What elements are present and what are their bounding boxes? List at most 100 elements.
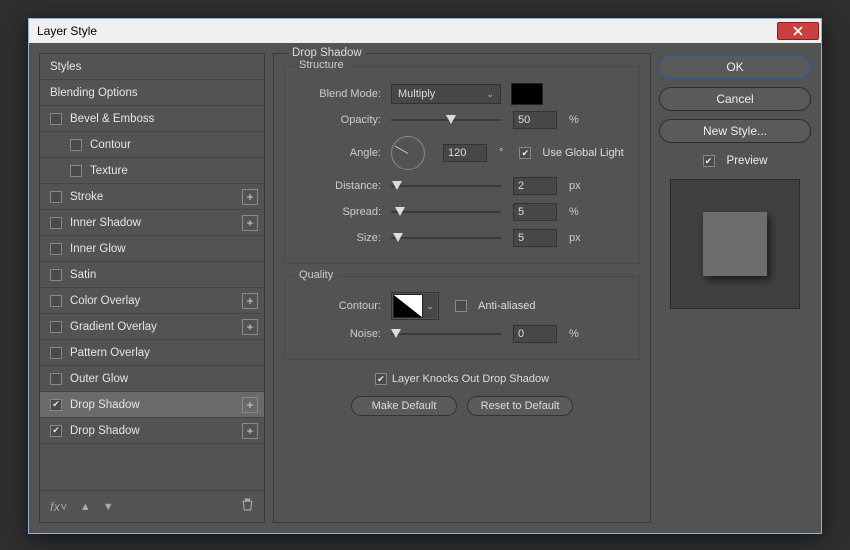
contour-picker[interactable]: ⌄ [391,292,439,320]
blend-mode-select[interactable]: Multiply ⌄ [391,84,501,104]
effect-label: Stroke [70,191,103,203]
checkbox-icon[interactable] [50,321,62,333]
checkbox-icon[interactable] [50,373,62,385]
fx-menu-icon[interactable]: fx˅ [50,500,68,514]
effect-row-outer-glow[interactable]: Outer Glow [40,366,264,392]
ok-button[interactable]: OK [659,55,811,79]
use-global-light-checkbox[interactable] [519,147,531,159]
distance-slider[interactable] [391,179,501,193]
structure-fieldset: Structure Blend Mode: Multiply ⌄ Opacity… [284,66,640,264]
checkbox-icon[interactable] [50,295,62,307]
effect-row-satin[interactable]: Satin [40,262,264,288]
contour-swatch-icon [393,294,423,318]
effect-row-stroke[interactable]: Stroke + [40,184,264,210]
effect-row-color-overlay[interactable]: Color Overlay+ [40,288,264,314]
distance-input[interactable]: 2 [513,177,557,195]
move-up-icon[interactable]: ▲ [80,501,91,513]
checkbox-icon[interactable] [50,113,62,125]
effect-row-drop-shadow-2[interactable]: Drop Shadow+ [40,418,264,444]
noise-input[interactable]: 0 [513,325,557,343]
use-global-light-label: Use Global Light [542,147,623,159]
opacity-row: Opacity: 50 % [295,107,629,133]
preview-label: Preview [727,155,768,167]
preview-checkbox[interactable] [703,155,715,167]
noise-row: Noise: 0 % [295,321,629,347]
knockout-row: Layer Knocks Out Drop Shadow [274,368,650,390]
angle-dial[interactable] [391,136,425,170]
reset-default-button[interactable]: Reset to Default [467,396,573,416]
contour-label: Contour: [295,300,381,312]
preview-toggle-row: Preview [659,155,811,167]
effect-row-drop-shadow-1[interactable]: Drop Shadow+ [40,392,264,418]
spread-input[interactable]: 5 [513,203,557,221]
antialiased-label: Anti-aliased [478,300,535,312]
size-slider[interactable] [391,231,501,245]
quality-title: Quality [295,269,337,281]
blending-options-row[interactable]: Blending Options [40,80,264,106]
panel-title: Drop Shadow [288,47,366,59]
styles-header[interactable]: Styles [40,54,264,80]
distance-unit: px [569,180,581,192]
add-effect-icon[interactable]: + [242,215,258,231]
effect-row-texture[interactable]: Texture [40,158,264,184]
knockout-label: Layer Knocks Out Drop Shadow [392,373,549,385]
checkbox-icon[interactable] [70,139,82,151]
preview-swatch [703,212,767,276]
checkbox-icon[interactable] [50,399,62,411]
angle-input[interactable]: 120 [443,144,487,162]
knockout-checkbox[interactable] [375,373,387,385]
blending-options-label: Blending Options [50,87,138,99]
effect-label: Inner Glow [70,243,126,255]
spread-slider[interactable] [391,205,501,219]
make-default-button[interactable]: Make Default [351,396,457,416]
dialog-actions-column: OK Cancel New Style... Preview [659,53,811,523]
opacity-slider[interactable] [391,113,501,127]
preview-box [670,179,800,309]
effect-row-contour[interactable]: Contour [40,132,264,158]
effect-settings-panel: Drop Shadow Structure Blend Mode: Multip… [273,53,651,523]
checkbox-icon[interactable] [70,165,82,177]
effect-row-bevel[interactable]: Bevel & Emboss [40,106,264,132]
effect-label: Texture [90,165,128,177]
spread-unit: % [569,206,579,218]
effect-row-pattern-overlay[interactable]: Pattern Overlay [40,340,264,366]
contour-row: Contour: ⌄ Anti-aliased [295,291,629,321]
add-effect-icon[interactable]: + [242,293,258,309]
trash-icon[interactable] [241,498,254,516]
move-down-icon[interactable]: ▼ [103,501,114,513]
effect-row-inner-shadow[interactable]: Inner Shadow+ [40,210,264,236]
effect-row-inner-glow[interactable]: Inner Glow [40,236,264,262]
chevron-down-icon: ⌄ [486,89,494,100]
noise-unit: % [569,328,579,340]
cancel-button[interactable]: Cancel [659,87,811,111]
chevron-down-icon: ⌄ [423,294,437,318]
add-effect-icon[interactable]: + [242,397,258,413]
add-effect-icon[interactable]: + [242,423,258,439]
size-row: Size: 5 px [295,225,629,251]
add-effect-icon[interactable]: + [242,189,258,205]
effect-row-gradient-overlay[interactable]: Gradient Overlay+ [40,314,264,340]
checkbox-icon[interactable] [50,191,62,203]
effect-label: Satin [70,269,96,281]
checkbox-icon[interactable] [50,217,62,229]
add-effect-icon[interactable]: + [242,319,258,335]
window-title: Layer Style [37,24,777,38]
antialiased-checkbox[interactable] [455,300,467,312]
styles-list-footer: fx˅ ▲ ▼ [40,490,264,522]
checkbox-icon[interactable] [50,347,62,359]
window-close-button[interactable] [777,22,819,40]
checkbox-icon[interactable] [50,269,62,281]
effect-label: Outer Glow [70,373,128,385]
checkbox-icon[interactable] [50,425,62,437]
shadow-color-swatch[interactable] [511,83,543,105]
size-unit: px [569,232,581,244]
spread-label: Spread: [295,206,381,218]
opacity-input[interactable]: 50 [513,111,557,129]
size-input[interactable]: 5 [513,229,557,247]
blend-mode-label: Blend Mode: [295,88,381,100]
noise-slider[interactable] [391,327,501,341]
distance-row: Distance: 2 px [295,173,629,199]
new-style-button[interactable]: New Style... [659,119,811,143]
checkbox-icon[interactable] [50,243,62,255]
opacity-label: Opacity: [295,114,381,126]
